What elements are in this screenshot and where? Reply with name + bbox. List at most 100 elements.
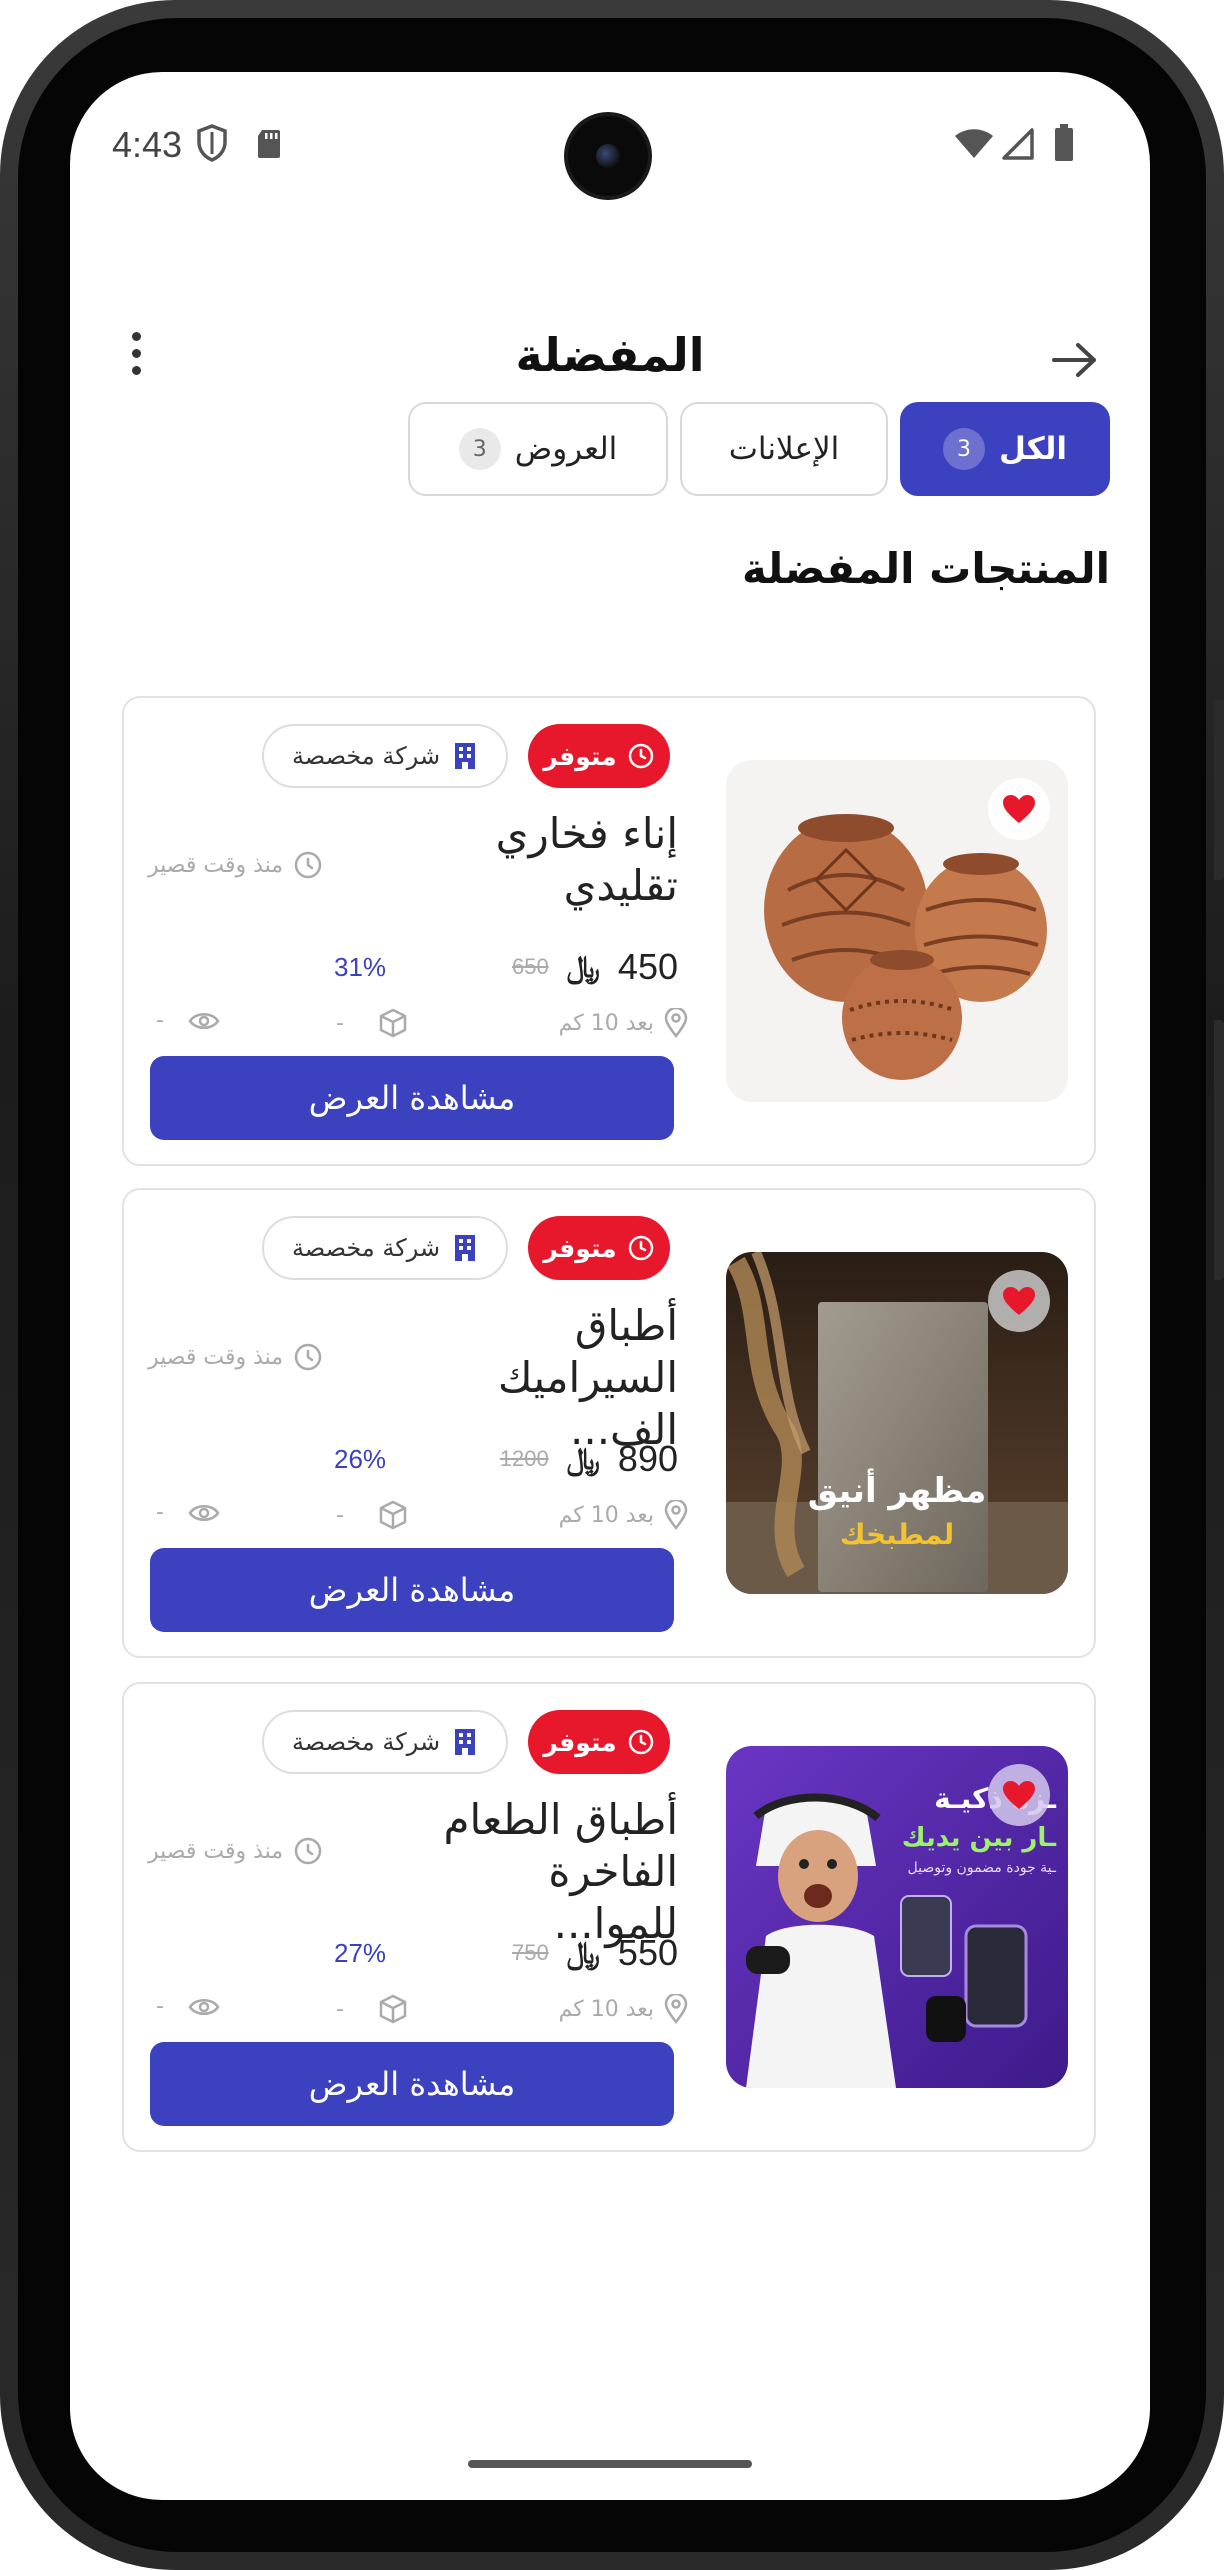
view-offer-button[interactable]: مشاهدة العرض: [150, 1548, 674, 1632]
image-caption-line2: ـار بين يديك: [902, 1823, 1057, 1853]
tab-count-badge: 3: [458, 428, 501, 470]
location-pin-icon: [664, 1500, 688, 1530]
price-row: 450 ﷼ 650: [404, 942, 678, 992]
view-offer-button[interactable]: مشاهدة العرض: [150, 2042, 674, 2126]
time-ago: منذ وقت قصير: [148, 850, 323, 880]
views-value: -: [156, 1500, 164, 1525]
building-icon: [455, 743, 476, 769]
image-caption-line2: لمطبخك: [840, 1518, 954, 1551]
page-title: المفضلة: [515, 328, 705, 382]
package-icon: [379, 1994, 407, 2024]
heart-icon: [1003, 1781, 1035, 1809]
app-header: المفضلة: [70, 302, 1150, 412]
views-value: -: [156, 1994, 164, 2019]
box-value: -: [336, 1010, 344, 1036]
signal-icon: [1002, 128, 1034, 160]
clock-icon: [294, 1343, 322, 1371]
product-card[interactable]: ـزة ذكيـة ـار بين يديك ـية جودة مضمون وت…: [122, 1682, 1096, 2152]
product-title: إناء فخاري تقليدي: [495, 809, 678, 910]
location-label: بعد 10 كم: [558, 1996, 654, 2022]
product-title: أطباق الطعام الفاخرة للموا...: [443, 1795, 679, 1948]
discount: 26%: [334, 1444, 387, 1474]
filter-tabs: الكل 3 الإعلانات العروض 3: [400, 402, 1110, 496]
tab-label: الإعلانات: [728, 431, 840, 467]
heart-icon: [1003, 1287, 1035, 1315]
wifi-icon: [955, 129, 993, 158]
company-badge: شركة مخصصة: [262, 1710, 508, 1774]
box-meta: -: [336, 1994, 408, 2024]
company-badge: شركة مخصصة: [262, 1216, 508, 1280]
company-badge: شركة مخصصة: [262, 724, 508, 788]
available-label: متوفر: [543, 1727, 617, 1757]
location: بعد 10 كم: [559, 1008, 688, 1038]
time-ago-label: منذ وقت قصير: [148, 852, 284, 878]
box-meta: -: [336, 1500, 408, 1530]
tab-all[interactable]: الكل 3: [900, 402, 1110, 496]
discount: 31%: [334, 952, 387, 982]
section-title: المنتجات المفضلة: [741, 544, 1110, 593]
views-meta: -: [156, 1994, 220, 2019]
time-ago-label: منذ وقت قصير: [148, 1838, 284, 1864]
status-time: 4:43: [112, 124, 183, 165]
meta-row: بعد 10 كم - -: [156, 1994, 688, 2034]
product-title: أطباق السيراميك الف...: [497, 1301, 678, 1454]
views-value: -: [156, 1008, 164, 1033]
price: 550: [617, 1932, 678, 1973]
screen: 4:43 المفضلة الكل 3 الإعلانات العروض 3 ا…: [70, 72, 1150, 2500]
product-card[interactable]: مظهر أنيق لمطبخك متوفر شركة مخصصة أطباق …: [122, 1188, 1096, 1658]
arrow-right-icon[interactable]: [1050, 340, 1100, 380]
eye-icon: [188, 1998, 220, 2015]
available-label: متوفر: [543, 1233, 617, 1263]
tab-offers[interactable]: العروض 3: [408, 402, 668, 496]
price: 890: [617, 1438, 678, 1479]
clock-icon: [294, 1837, 322, 1865]
volume-button: [1214, 1020, 1224, 1280]
product-image[interactable]: مظهر أنيق لمطبخك: [726, 1252, 1068, 1594]
product-card[interactable]: متوفر شركة مخصصة إناء فخاري تقليدي منذ و…: [122, 696, 1096, 1166]
tab-ads[interactable]: الإعلانات: [680, 402, 888, 496]
shield-icon: [197, 124, 227, 162]
old-price: 650: [511, 954, 549, 979]
clock-icon: [628, 743, 653, 769]
old-price: 1200: [499, 1446, 549, 1471]
old-price: 750: [511, 1940, 549, 1965]
home-indicator[interactable]: [468, 2460, 752, 2468]
tab-count-badge: 3: [943, 428, 986, 470]
heart-icon: [1003, 795, 1035, 823]
meta-row: بعد 10 كم - -: [156, 1500, 688, 1540]
riyal-currency-icon: ﷼: [566, 1441, 600, 1477]
image-caption-line3: ـية جودة مضمون وتوصيل: [908, 1860, 1057, 1876]
price-row: 890 ﷼ 1200: [404, 1434, 678, 1484]
riyal-currency-icon: ﷼: [566, 949, 600, 985]
favorite-button[interactable]: [988, 1270, 1050, 1332]
building-icon: [455, 1235, 476, 1261]
available-badge: متوفر: [528, 1216, 670, 1280]
location-label: بعد 10 كم: [558, 1010, 654, 1036]
location: بعد 10 كم: [559, 1994, 688, 2024]
package-icon: [379, 1500, 407, 1530]
views-meta: -: [156, 1008, 220, 1033]
clock-icon: [294, 851, 322, 879]
front-camera: [568, 116, 648, 196]
clock-icon: [628, 1729, 653, 1755]
time-ago: منذ وقت قصير: [148, 1342, 323, 1372]
available-badge: متوفر: [528, 1710, 670, 1774]
location: بعد 10 كم: [559, 1500, 688, 1530]
discount: 27%: [334, 1938, 387, 1968]
box-value: -: [336, 1502, 344, 1528]
building-icon: [455, 1729, 476, 1755]
box-value: -: [336, 1996, 344, 2022]
image-caption-line1: مظهر أنيق: [808, 1468, 987, 1511]
status-bar: 4:43: [70, 72, 1150, 212]
price: 450: [617, 946, 678, 987]
time-ago-label: منذ وقت قصير: [148, 1344, 284, 1370]
product-image[interactable]: ـزة ذكيـة ـار بين يديك ـية جودة مضمون وت…: [726, 1746, 1068, 2088]
product-image[interactable]: [726, 760, 1068, 1102]
favorite-button[interactable]: [988, 778, 1050, 840]
favorite-button[interactable]: [988, 1764, 1050, 1826]
company-label: شركة مخصصة: [291, 742, 441, 770]
view-offer-button[interactable]: مشاهدة العرض: [150, 1056, 674, 1140]
location-pin-icon: [664, 1008, 688, 1038]
tab-label: الكل: [999, 431, 1067, 467]
riyal-currency-icon: ﷼: [566, 1935, 600, 1971]
